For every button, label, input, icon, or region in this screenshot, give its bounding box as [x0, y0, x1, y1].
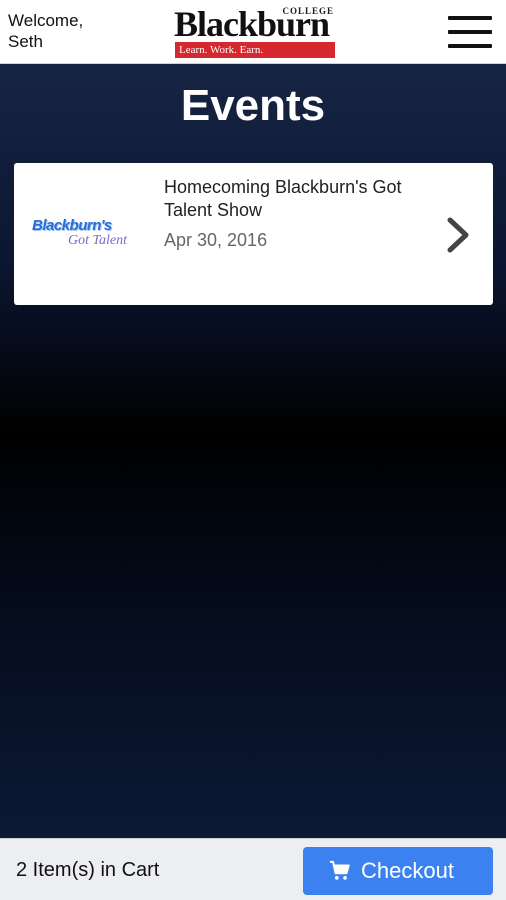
logo-tagline: Learn. Work. Earn. [175, 42, 335, 58]
event-date: Apr 30, 2016 [164, 230, 268, 250]
user-name: Seth [8, 32, 43, 51]
cart-count-text: 2 Item(s) in Cart [16, 859, 160, 881]
page-title: Events [180, 81, 326, 130]
welcome-label: Welcome, [8, 11, 84, 30]
event-card[interactable]: Blackburn's Got Talent Homecoming Blackb… [14, 163, 493, 305]
checkout-label: Checkout [361, 858, 454, 883]
logo-college-text: COLLEGE [282, 6, 334, 16]
shopping-cart-icon [329, 860, 350, 880]
app-header: Welcome, Seth Blackburn COLLEGE Learn. W… [0, 0, 506, 64]
checkout-button[interactable]: Checkout [303, 847, 493, 895]
thumbnail-title: Blackburn's [32, 217, 112, 234]
chevron-right-icon [447, 217, 469, 253]
cart-footer: 2 Item(s) in Cart Checkout [0, 838, 506, 900]
welcome-text: Welcome, Seth [8, 10, 83, 52]
hamburger-menu-icon[interactable] [446, 14, 494, 50]
blackburn-college-logo[interactable]: Blackburn COLLEGE Learn. Work. Earn. [172, 4, 336, 60]
event-thumbnail: Blackburn's Got Talent [32, 203, 138, 265]
event-name: Homecoming Blackburn's Got Talent Show [164, 177, 402, 220]
thumbnail-subtitle: Got Talent [68, 233, 127, 248]
